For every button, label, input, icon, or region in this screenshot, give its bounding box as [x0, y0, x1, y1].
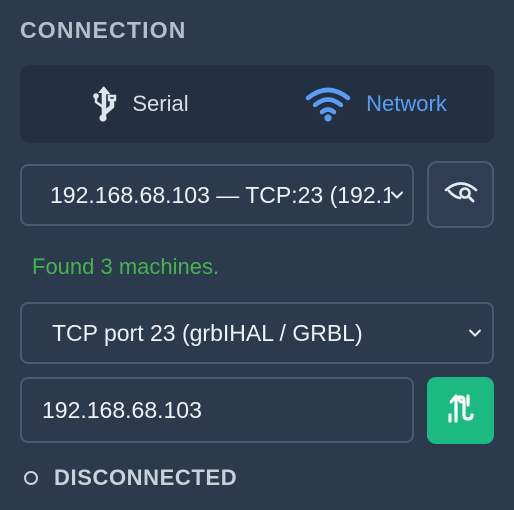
- scan-network-button[interactable]: [427, 161, 494, 228]
- mode-network-label: Network: [366, 91, 447, 116]
- chevron-down-icon: [469, 329, 481, 337]
- machine-select[interactable]: 192.168.68.103 — TCP:23 (192.168.68.103): [20, 164, 414, 226]
- usb-icon: [88, 85, 118, 123]
- connect-plug-icon: [447, 393, 475, 428]
- mode-serial-label: Serial: [132, 91, 189, 116]
- ip-address-value: 192.168.68.103: [42, 396, 202, 423]
- status-text: DISCONNECTED: [54, 465, 238, 490]
- connect-button[interactable]: [427, 377, 494, 444]
- connection-mode-toggle: Serial Network: [20, 65, 494, 143]
- mode-serial-button[interactable]: Serial: [20, 65, 257, 143]
- port-select-value: TCP port 23 (grbIHAL / GRBL): [52, 319, 363, 346]
- port-protocol-select[interactable]: TCP port 23 (grbIHAL / GRBL): [20, 302, 494, 364]
- section-title: CONNECTION: [20, 17, 187, 43]
- scan-result-message: Found 3 machines.: [32, 254, 220, 279]
- connection-panel: CONNECTION Serial Network 192.168.68.103…: [0, 0, 514, 510]
- status-indicator-dot: [24, 471, 38, 485]
- ip-address-input[interactable]: 192.168.68.103: [20, 377, 414, 443]
- chevron-down-icon: [391, 191, 403, 199]
- mode-network-button[interactable]: Network: [257, 65, 494, 143]
- wifi-icon: [304, 86, 352, 122]
- eye-scan-icon: [444, 180, 478, 209]
- machine-select-value: 192.168.68.103 — TCP:23 (192.168.68.103): [50, 181, 390, 208]
- connection-status: DISCONNECTED: [24, 465, 237, 491]
